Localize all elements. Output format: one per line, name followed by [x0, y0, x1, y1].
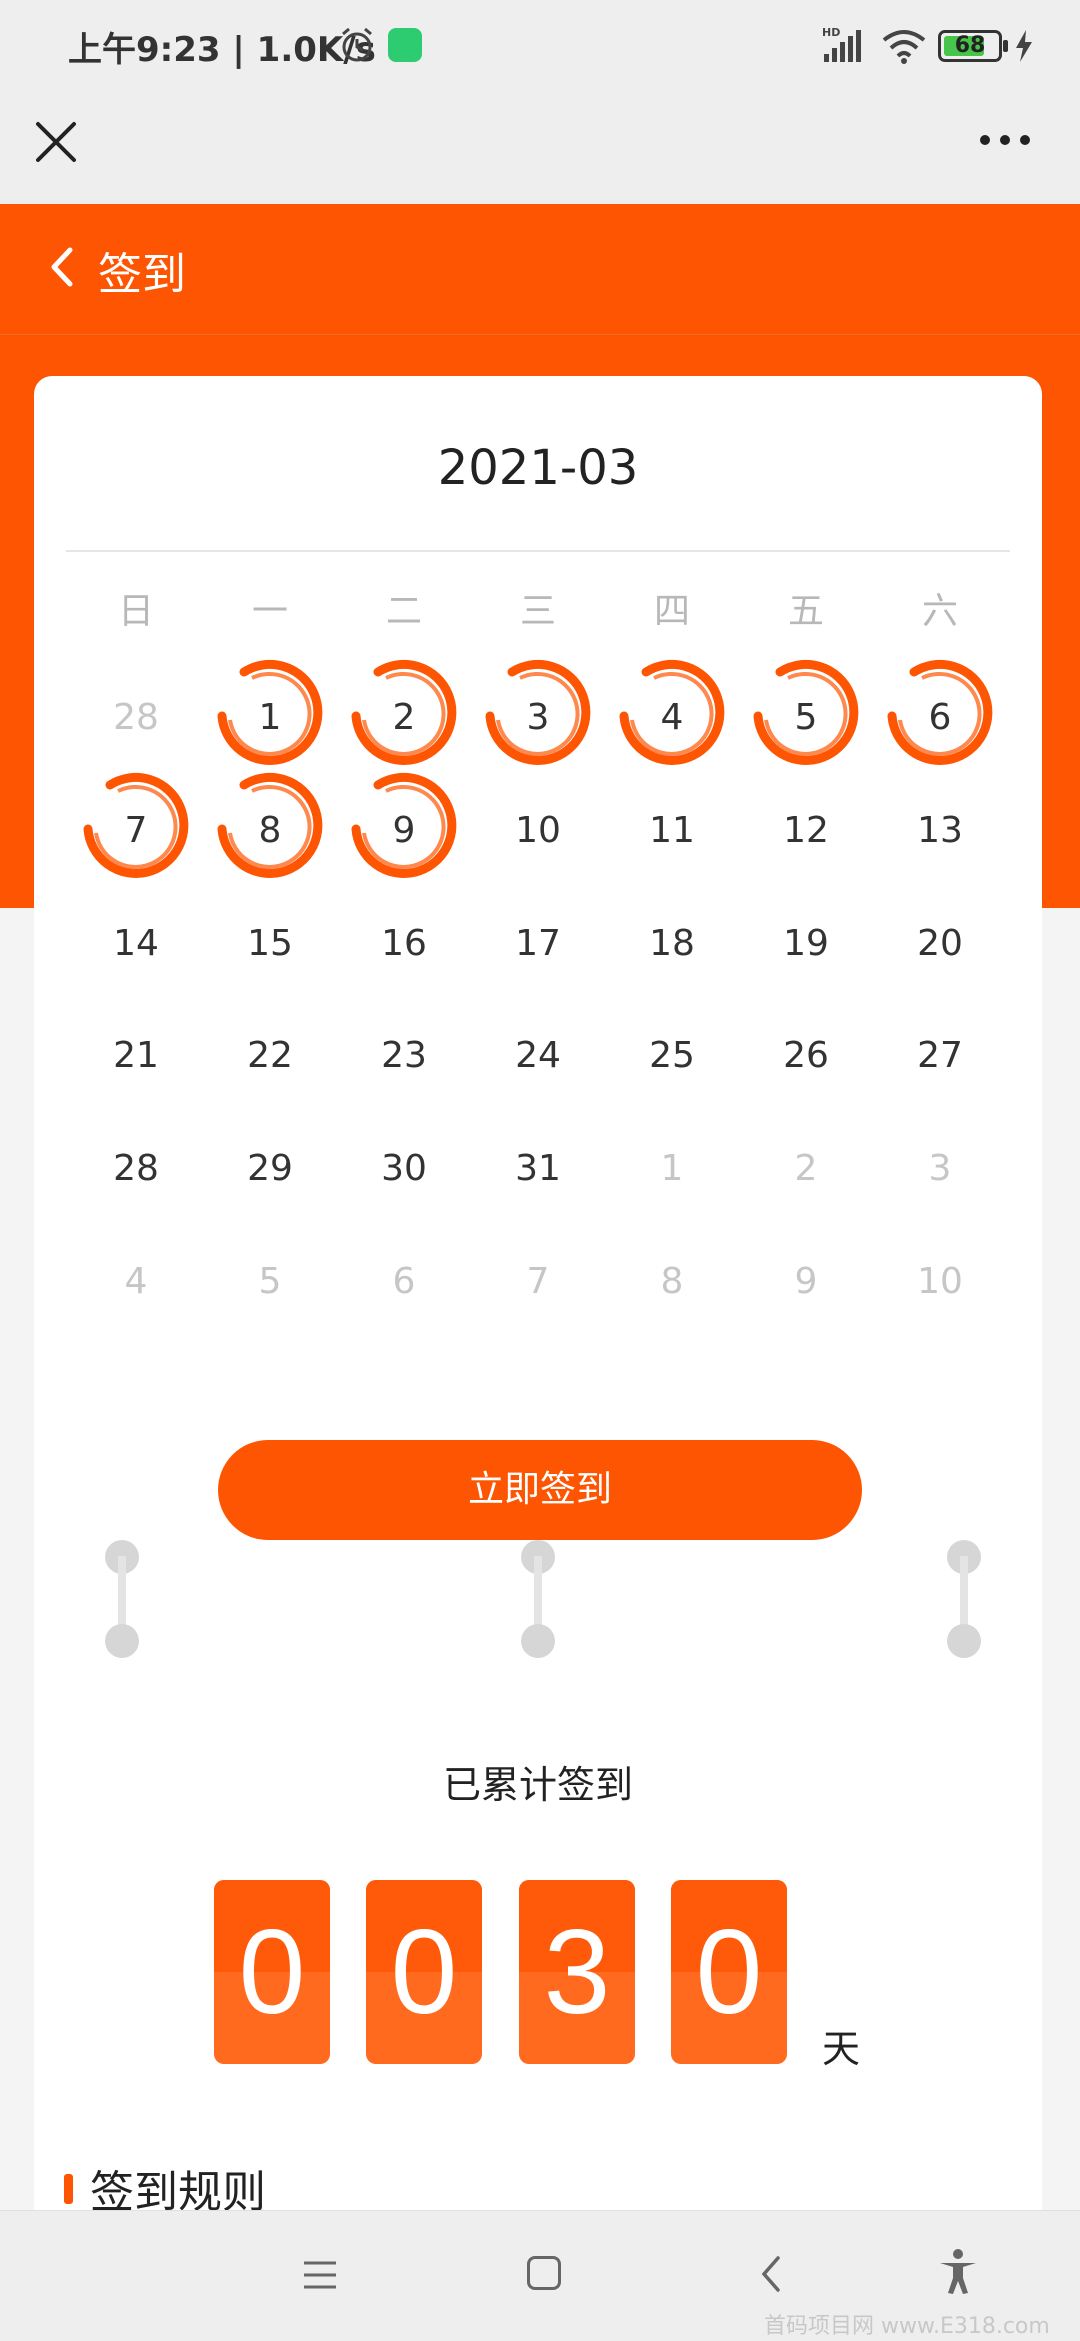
recent-apps-icon[interactable]	[302, 2258, 338, 2292]
binder-dot	[947, 1624, 981, 1658]
calendar-day[interactable]: 28	[81, 1124, 191, 1214]
calendar-day[interactable]: 23	[349, 1011, 459, 1101]
calendar-day[interactable]: 15	[215, 899, 325, 989]
calendar-day[interactable]: 14	[81, 899, 191, 989]
alarm-icon	[342, 27, 372, 62]
calendar-month: 2021-03	[437, 440, 639, 496]
accessibility-icon[interactable]	[936, 2248, 980, 2296]
calendar-day-signed[interactable]: 2	[349, 673, 459, 763]
battery-percent: 68	[954, 33, 986, 58]
status-time-speed: 上午9:23 | 1.0K/s	[68, 30, 376, 70]
counter-digit: 3	[519, 1880, 635, 2064]
signal-icon: HD	[822, 26, 861, 62]
page-title: 签到	[98, 249, 186, 300]
calendar-day-other-month[interactable]: 2	[751, 1124, 861, 1214]
calendar-day[interactable]: 22	[215, 1011, 325, 1101]
calendar-day[interactable]: 18	[617, 899, 727, 989]
close-icon[interactable]	[28, 114, 84, 170]
calendar-day-other-month[interactable]: 28	[81, 673, 191, 763]
calendar-day-other-month[interactable]: 7	[483, 1237, 593, 1327]
calendar-day-signed[interactable]: 5	[751, 673, 861, 763]
calendar-day[interactable]: 19	[751, 899, 861, 989]
calendar-day-signed[interactable]: 8	[215, 786, 325, 876]
svg-text:HD: HD	[822, 26, 840, 39]
calendar-day-other-month[interactable]: 5	[215, 1237, 325, 1327]
weekday-label: 日	[117, 591, 154, 632]
calendar-day-signed[interactable]: 7	[81, 786, 191, 876]
section-marker	[64, 2174, 73, 2204]
weekday-label: 一	[251, 591, 288, 632]
calendar-day[interactable]: 30	[349, 1124, 459, 1214]
calendar-day-signed[interactable]: 4	[617, 673, 727, 763]
calendar-day[interactable]: 29	[215, 1124, 325, 1214]
binder-dot	[521, 1624, 555, 1658]
calendar-day[interactable]: 21	[81, 1011, 191, 1101]
system-back-icon[interactable]	[756, 2252, 786, 2296]
calendar-day-other-month[interactable]: 3	[885, 1124, 995, 1214]
total-checkin-label: 已累计签到	[442, 1763, 633, 1807]
weekday-label: 三	[519, 591, 556, 632]
app-notification-icon	[388, 28, 422, 62]
calendar-day-signed[interactable]: 9	[349, 786, 459, 876]
divider	[66, 550, 1010, 552]
binder-dot	[105, 1624, 139, 1658]
calendar-day[interactable]: 26	[751, 1011, 861, 1101]
battery-icon: 68	[938, 30, 1002, 62]
calendar-day[interactable]: 24	[483, 1011, 593, 1101]
calendar-day[interactable]: 12	[751, 786, 861, 876]
calendar-day-other-month[interactable]: 6	[349, 1237, 459, 1327]
back-chevron-icon[interactable]	[46, 244, 76, 290]
calendar-day-other-month[interactable]: 8	[617, 1237, 727, 1327]
calendar-day[interactable]: 13	[885, 786, 995, 876]
counter-digit: 0	[214, 1880, 330, 2064]
counter-digit: 0	[366, 1880, 482, 2064]
more-options-icon[interactable]	[978, 128, 1032, 152]
home-icon[interactable]	[527, 2256, 561, 2290]
calendar-day[interactable]: 20	[885, 899, 995, 989]
calendar-day-signed[interactable]: 1	[215, 673, 325, 763]
calendar-day[interactable]: 17	[483, 899, 593, 989]
charging-icon	[1016, 30, 1032, 62]
sign-in-button[interactable]: 立即签到	[218, 1440, 862, 1540]
weekday-label: 六	[921, 591, 958, 632]
calendar-day[interactable]: 25	[617, 1011, 727, 1101]
calendar-day[interactable]: 11	[617, 786, 727, 876]
counter-digit: 0	[671, 1880, 787, 2064]
wifi-icon	[882, 30, 926, 64]
counter-unit: 天	[822, 2027, 861, 2071]
calendar-day-other-month[interactable]: 10	[885, 1237, 995, 1327]
calendar-day-other-month[interactable]: 9	[751, 1237, 861, 1327]
weekday-label: 五	[787, 591, 824, 632]
calendar-day-signed[interactable]: 6	[885, 673, 995, 763]
calendar-day[interactable]: 31	[483, 1124, 593, 1214]
top-navigation	[0, 92, 1080, 204]
calendar-day-signed[interactable]: 3	[483, 673, 593, 763]
calendar-day[interactable]: 16	[349, 899, 459, 989]
calendar-day-other-month[interactable]: 4	[81, 1237, 191, 1327]
watermark: 首码项目网 www.E318.com	[764, 2314, 1050, 2339]
calendar-day[interactable]: 10	[483, 786, 593, 876]
calendar-day-other-month[interactable]: 1	[617, 1124, 727, 1214]
weekday-label: 二	[385, 591, 422, 632]
calendar-day[interactable]: 27	[885, 1011, 995, 1101]
battery-nub	[1003, 40, 1008, 52]
weekday-label: 四	[653, 591, 690, 632]
